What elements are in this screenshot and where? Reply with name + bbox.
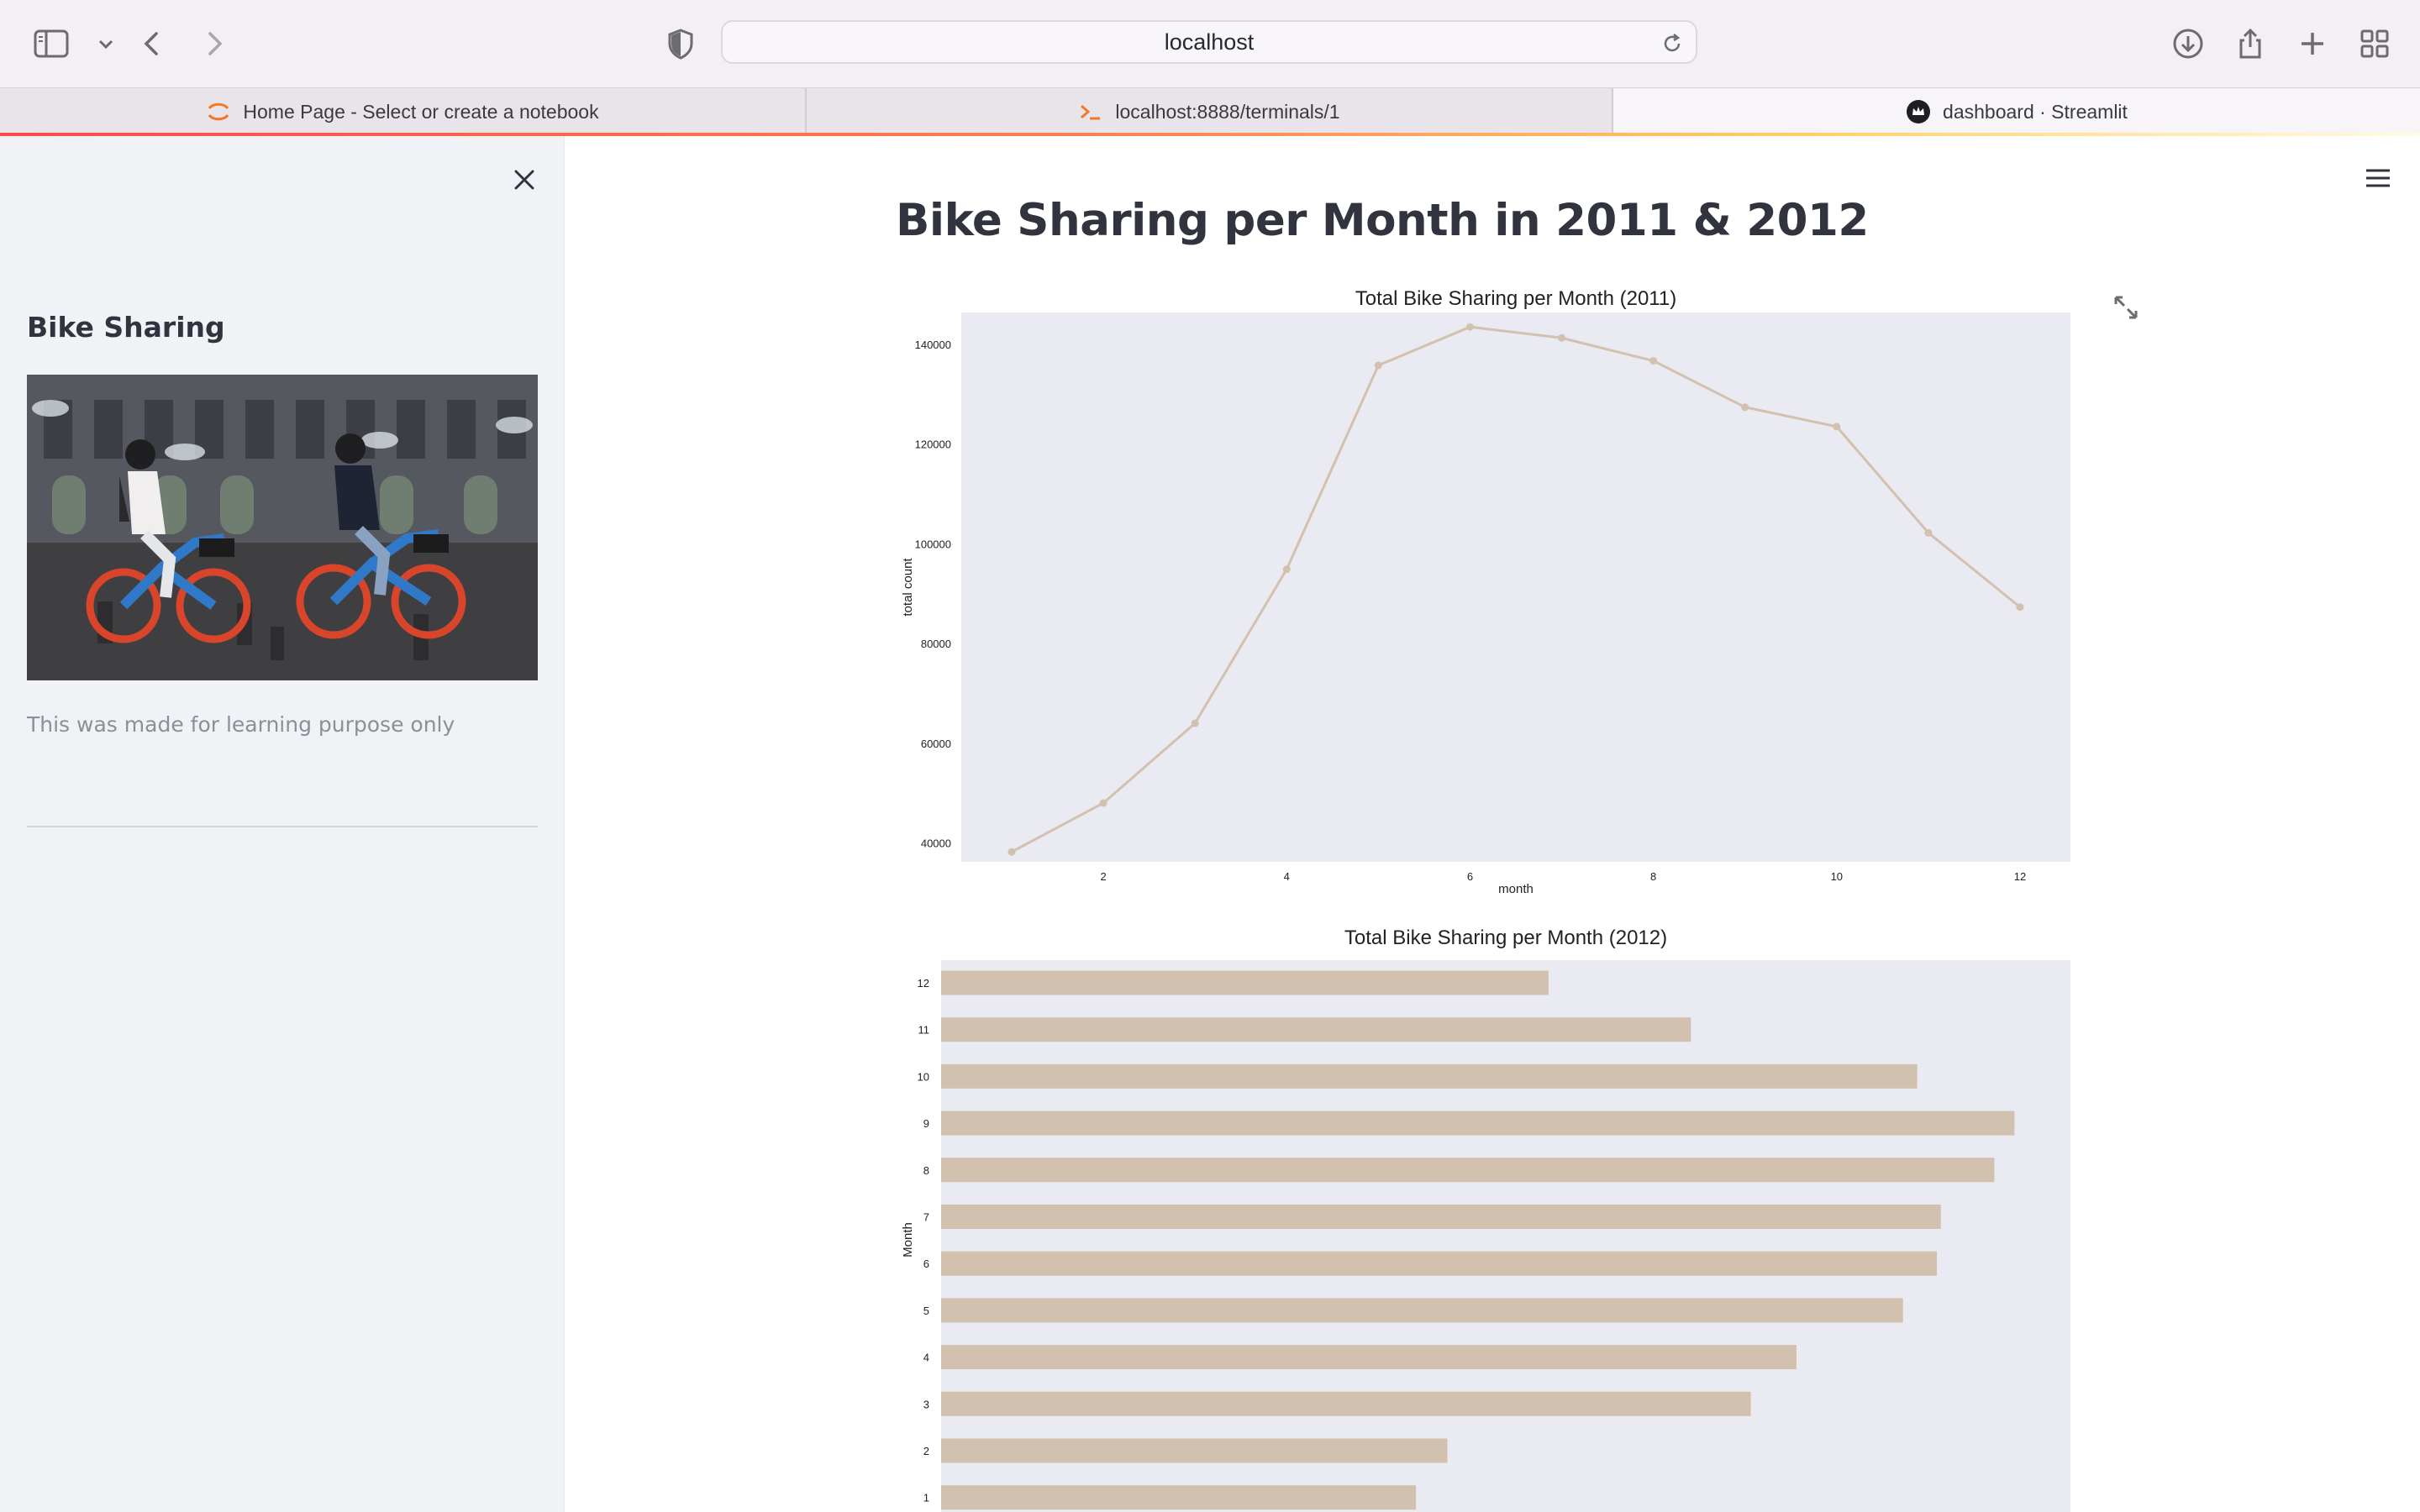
y-tick-labels: 12 11 10 9 8 7 6 5 4 3 2 1 [918, 977, 929, 1504]
tab-label: localhost:8888/terminals/1 [1115, 100, 1340, 123]
data-point [1007, 848, 1016, 856]
bar [941, 1345, 1797, 1370]
data-point [1099, 799, 1107, 807]
chart-title: Total Bike Sharing per Month (2011) [1355, 287, 1676, 310]
browser-toolbar: localhost [0, 0, 2420, 87]
y-tick-label: 10 [918, 1070, 929, 1083]
sidebar-toggle-icon[interactable] [32, 24, 72, 64]
tab-jupyter-home[interactable]: Home Page - Select or create a notebook [0, 88, 807, 135]
y-tick-label: 80000 [921, 638, 951, 650]
bar [941, 1110, 2015, 1136]
url-text: localhost [1164, 29, 1255, 55]
bar [941, 1485, 1417, 1510]
y-tick-label: 2 [923, 1445, 929, 1457]
tab-overview-icon[interactable] [2354, 24, 2395, 64]
bar [941, 1158, 1995, 1183]
bar [941, 970, 1549, 995]
x-tick-label: 6 [1467, 870, 1473, 883]
downloads-icon[interactable] [2168, 24, 2208, 64]
hamburger-menu-icon[interactable] [2361, 161, 2395, 195]
data-point [1465, 323, 1474, 331]
y-tick-label: 100000 [915, 538, 951, 550]
y-tick-label: 6 [923, 1257, 929, 1270]
tab-bar: Home Page - Select or create a notebook … [0, 87, 2420, 135]
y-tick-label: 12 [918, 977, 929, 990]
tab-streamlit-dashboard[interactable]: dashboard · Streamlit [1613, 88, 2420, 135]
data-point [1833, 423, 1841, 431]
data-point [1374, 361, 1382, 370]
bar-chart-2012: Total Bike Sharing per Month (2012) Mont… [901, 927, 2070, 1512]
y-tick-label: 11 [918, 1024, 930, 1037]
y-tick-label: 60000 [921, 738, 951, 750]
bar [941, 1017, 1691, 1042]
y-tick-label: 7 [923, 1211, 929, 1224]
plot-area [941, 960, 2070, 1512]
y-axis-label: total count [901, 558, 915, 617]
y-tick-label: 140000 [915, 339, 951, 351]
forward-icon[interactable] [193, 24, 234, 64]
bar [941, 1298, 1903, 1323]
bar [941, 1063, 1918, 1089]
share-icon[interactable] [2230, 24, 2270, 64]
data-point [1282, 565, 1291, 574]
y-tick-label: 120000 [915, 438, 951, 451]
streamlit-crown-icon [1906, 99, 1931, 124]
bike-sharing-image [27, 375, 538, 680]
data-point [1191, 719, 1199, 727]
data-point [1558, 333, 1566, 342]
data-point [1924, 528, 1933, 537]
plot-area [961, 312, 2070, 862]
address-bar[interactable]: localhost [721, 20, 1697, 64]
y-tick-label: 5 [923, 1305, 929, 1317]
bar [941, 1391, 1751, 1416]
line-chart-2011: Total Bike Sharing per Month (2011) 4000… [901, 287, 2070, 896]
chevron-down-icon[interactable] [86, 24, 113, 64]
x-tick-label: 2 [1100, 870, 1106, 883]
y-tick-label: 9 [923, 1117, 929, 1130]
bar [941, 1251, 1938, 1276]
y-tick-label: 1 [923, 1492, 929, 1504]
sidebar-divider [27, 826, 538, 827]
data-point [1741, 403, 1749, 412]
x-tick-label: 12 [2014, 870, 2026, 883]
y-tick-label: 3 [923, 1398, 929, 1410]
reload-icon[interactable] [1660, 32, 1684, 55]
chart-title: Total Bike Sharing per Month (2012) [1344, 927, 1667, 949]
x-tick-label: 4 [1284, 870, 1290, 883]
bar [941, 1205, 1941, 1229]
close-icon[interactable] [508, 163, 541, 197]
data-point [2016, 603, 2024, 612]
sidebar: Bike Sharing This was made for learning … [0, 136, 565, 1512]
y-tick-label: 4 [923, 1352, 929, 1364]
page-title: Bike Sharing per Month in 2011 & 2012 [896, 195, 1869, 246]
tab-terminal[interactable]: localhost:8888/terminals/1 [807, 88, 1613, 135]
back-icon[interactable] [133, 24, 173, 64]
data-point [1649, 357, 1658, 365]
new-tab-icon[interactable] [2292, 24, 2333, 64]
sidebar-caption: This was made for learning purpose only [27, 712, 455, 737]
y-axis-label: Month [901, 1222, 915, 1257]
tab-label: dashboard · Streamlit [1943, 100, 2128, 123]
sidebar-title: Bike Sharing [27, 311, 225, 344]
x-tick-label: 8 [1650, 870, 1656, 883]
bar [941, 1438, 1448, 1463]
y-tick-label: 40000 [921, 837, 951, 849]
y-tick-label: 8 [923, 1164, 929, 1177]
y-tick-labels: 40000 60000 80000 100000 120000 140000 [915, 339, 951, 849]
privacy-shield-icon[interactable] [660, 24, 701, 64]
x-axis-label: month [1498, 882, 1534, 896]
tab-label: Home Page - Select or create a notebook [243, 100, 599, 123]
x-tick-label: 10 [1831, 870, 1843, 883]
terminal-icon [1078, 99, 1103, 124]
jupyter-icon [206, 99, 231, 124]
x-tick-labels: 2 4 6 8 10 12 [1100, 870, 2026, 883]
fullscreen-expand-icon[interactable] [2109, 291, 2143, 324]
